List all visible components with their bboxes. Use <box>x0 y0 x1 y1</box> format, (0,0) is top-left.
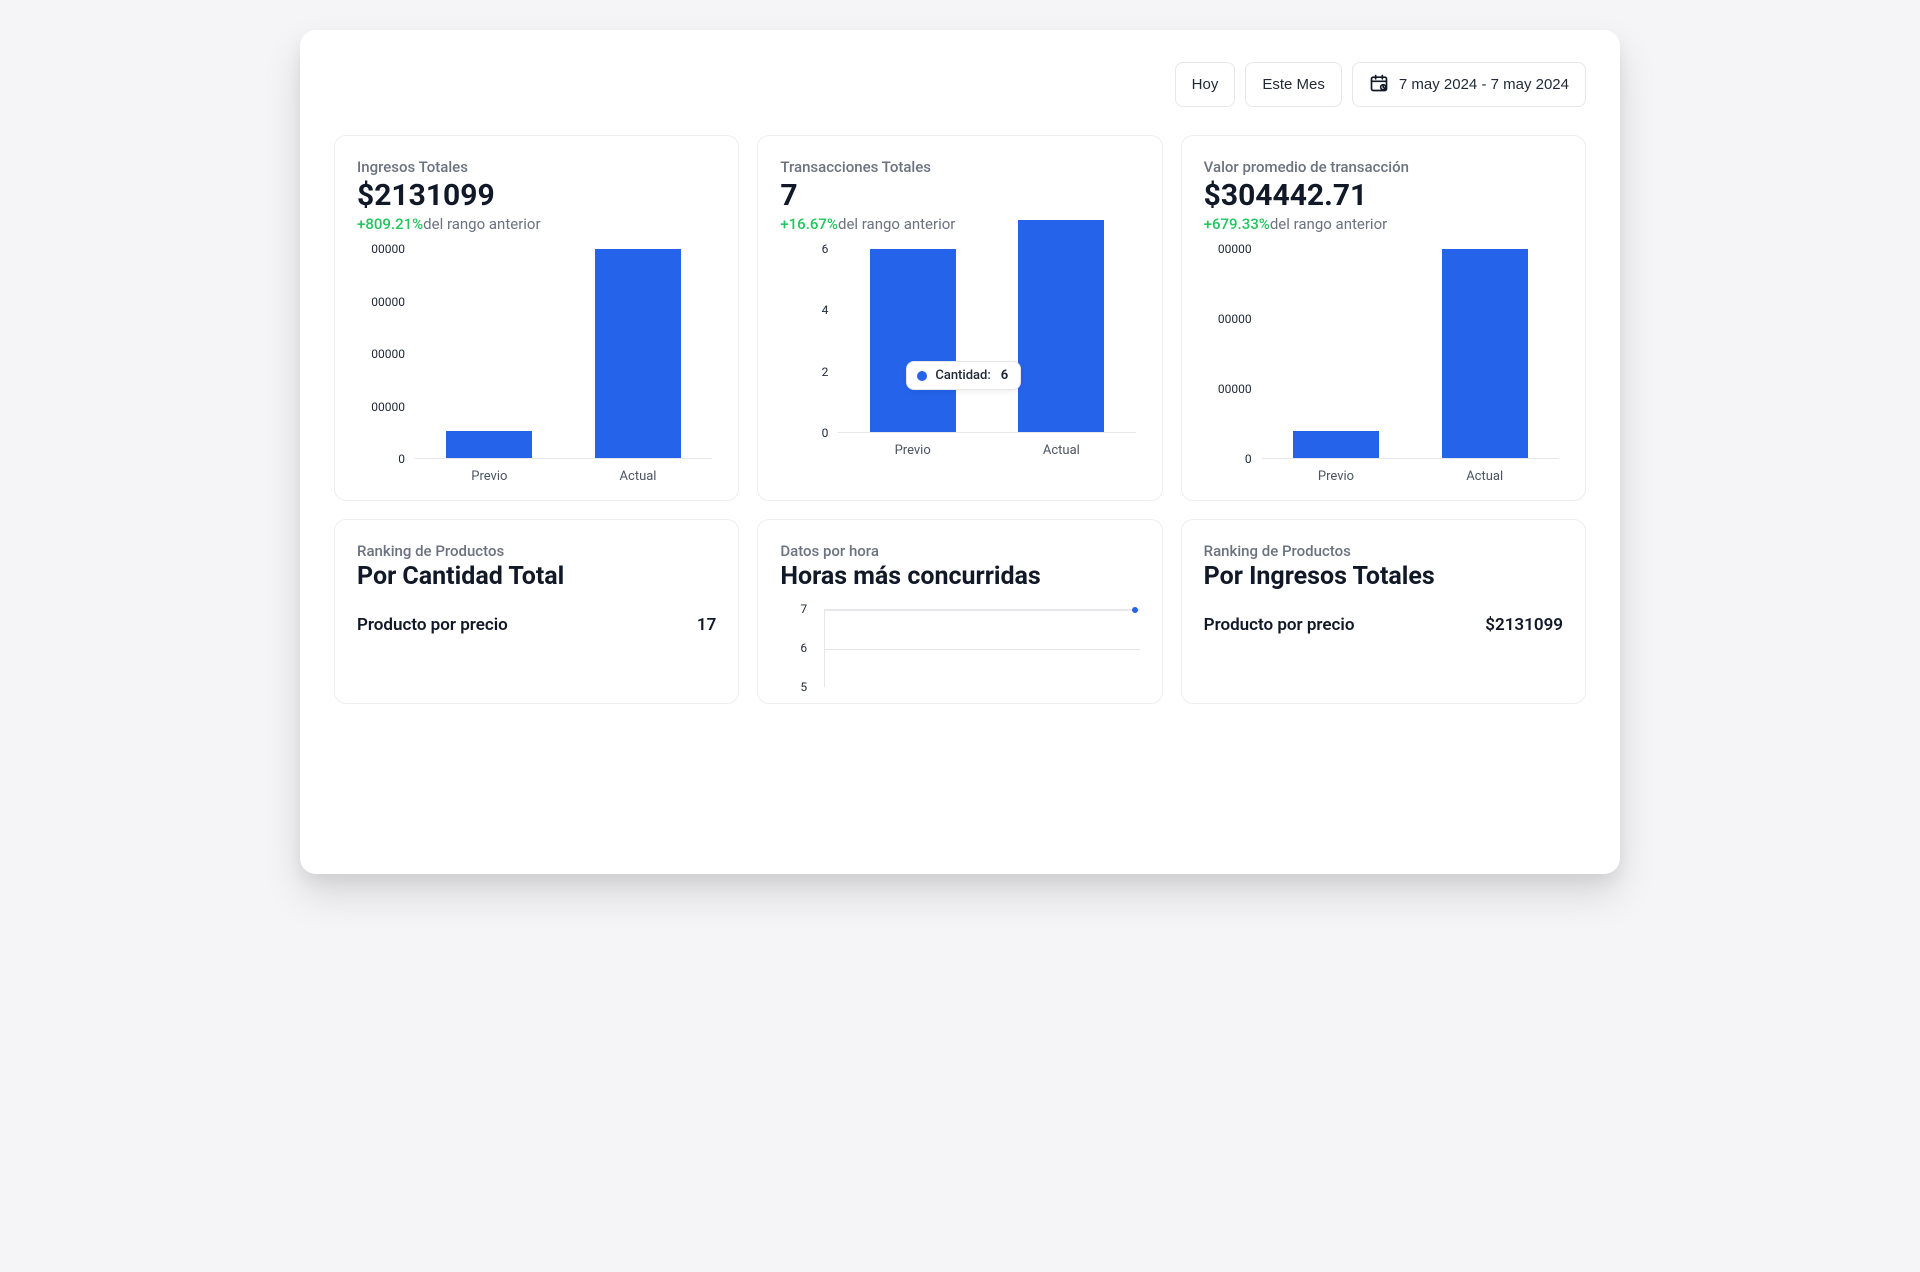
cards-grid: Ingresos Totales $2131099 +809.21%del ra… <box>334 135 1586 704</box>
bar-chart-ingresos: 00000 00000 00000 00000 0 Previo Actual <box>357 249 716 484</box>
today-button[interactable]: Hoy <box>1175 62 1236 107</box>
this-month-button-label: Este Mes <box>1262 77 1325 92</box>
tooltip-dot-icon <box>917 371 927 381</box>
card-subtitle: Transacciones Totales <box>780 158 1139 176</box>
header-controls: Hoy Este Mes 7 may 2024 - 7 may 2024 <box>334 62 1586 107</box>
line-chart-horas: 7 6 5 <box>824 609 1139 687</box>
y-tick: 2 <box>822 365 829 379</box>
bar-actual[interactable] <box>1018 220 1104 432</box>
rank-row-value: 17 <box>697 615 716 635</box>
delta-percent: +679.33% <box>1204 215 1270 233</box>
card-subtitle: Ranking de Productos <box>1204 542 1563 560</box>
card-ingresos-totales: Ingresos Totales $2131099 +809.21%del ra… <box>334 135 739 501</box>
y-tick: 00000 <box>1218 382 1252 396</box>
card-title: Por Cantidad Total <box>357 562 716 591</box>
card-value: 7 <box>780 178 1139 213</box>
y-tick: 6 <box>800 641 807 655</box>
plot-area <box>415 249 712 459</box>
bar-previo[interactable] <box>1293 431 1379 458</box>
line-plot-area <box>824 609 1139 687</box>
rank-row: Producto por precio 17 <box>357 615 716 635</box>
plot-area <box>838 249 1135 433</box>
card-ranking-ingresos: Ranking de Productos Por Ingresos Totale… <box>1181 519 1586 704</box>
y-tick: 0 <box>822 426 829 440</box>
rank-row-label: Producto por precio <box>357 615 508 635</box>
card-valor-promedio: Valor promedio de transacción $304442.71… <box>1181 135 1586 501</box>
x-label-actual: Actual <box>564 469 713 484</box>
rank-row-value: $2131099 <box>1485 615 1563 635</box>
bar-previo[interactable] <box>870 249 956 432</box>
delta-percent: +16.67% <box>780 215 838 233</box>
card-value: $2131099 <box>357 178 716 213</box>
y-tick: 00000 <box>371 295 405 309</box>
y-tick: 00000 <box>371 347 405 361</box>
x-label-previo: Previo <box>415 469 564 484</box>
bar-chart-transacciones: 6 4 2 0 Cantidad: 6 Previo <box>780 249 1139 458</box>
card-subtitle: Ingresos Totales <box>357 158 716 176</box>
y-tick: 7 <box>800 602 807 616</box>
card-transacciones-totales: Transacciones Totales 7 +16.67%del rango… <box>757 135 1162 501</box>
plot-area <box>1262 249 1559 459</box>
this-month-button[interactable]: Este Mes <box>1245 62 1342 107</box>
delta-suffix: del rango anterior <box>1270 215 1387 233</box>
y-tick: 6 <box>822 242 829 256</box>
y-tick: 00000 <box>371 400 405 414</box>
y-tick: 00000 <box>1218 242 1252 256</box>
bar-actual[interactable] <box>1442 249 1528 458</box>
rank-row: Producto por precio $2131099 <box>1204 615 1563 635</box>
x-label-actual: Actual <box>987 443 1136 458</box>
y-tick: 00000 <box>371 242 405 256</box>
card-title: Por Ingresos Totales <box>1204 562 1563 591</box>
card-horas-concurridas: Datos por hora Horas más concurridas 7 6… <box>757 519 1162 704</box>
date-range-label: 7 may 2024 - 7 may 2024 <box>1399 77 1569 92</box>
card-delta: +809.21%del rango anterior <box>357 215 716 233</box>
bar-previo[interactable] <box>446 431 532 458</box>
x-label-previo: Previo <box>1262 469 1411 484</box>
y-tick: 00000 <box>1218 312 1252 326</box>
x-label-actual: Actual <box>1410 469 1559 484</box>
y-tick: 0 <box>1245 452 1252 466</box>
card-title: Horas más concurridas <box>780 562 1139 591</box>
tooltip-value: 6 <box>1001 368 1008 383</box>
card-ranking-cantidad: Ranking de Productos Por Cantidad Total … <box>334 519 739 704</box>
y-tick: 5 <box>800 680 807 694</box>
today-button-label: Hoy <box>1192 77 1219 92</box>
bar-chart-promedio: 00000 00000 00000 0 Previo Actual <box>1204 249 1563 484</box>
calendar-icon <box>1369 73 1389 96</box>
chart-tooltip: Cantidad: 6 <box>906 361 1021 390</box>
y-tick: 0 <box>398 452 405 466</box>
rank-row-label: Producto por precio <box>1204 615 1355 635</box>
bar-actual[interactable] <box>595 249 681 458</box>
y-tick: 4 <box>822 303 829 317</box>
card-subtitle: Ranking de Productos <box>357 542 716 560</box>
card-subtitle: Valor promedio de transacción <box>1204 158 1563 176</box>
card-value: $304442.71 <box>1204 178 1563 213</box>
delta-suffix: del rango anterior <box>423 215 540 233</box>
dashboard-page: Hoy Este Mes 7 may 2024 - 7 may 2024 Ing… <box>300 30 1620 874</box>
delta-suffix: del rango anterior <box>838 215 955 233</box>
x-label-previo: Previo <box>838 443 987 458</box>
date-range-button[interactable]: 7 may 2024 - 7 may 2024 <box>1352 62 1586 107</box>
card-subtitle: Datos por hora <box>780 542 1139 560</box>
delta-percent: +809.21% <box>357 215 423 233</box>
tooltip-label: Cantidad: <box>935 368 990 383</box>
line-point[interactable] <box>1132 607 1138 613</box>
card-delta: +679.33%del rango anterior <box>1204 215 1563 233</box>
